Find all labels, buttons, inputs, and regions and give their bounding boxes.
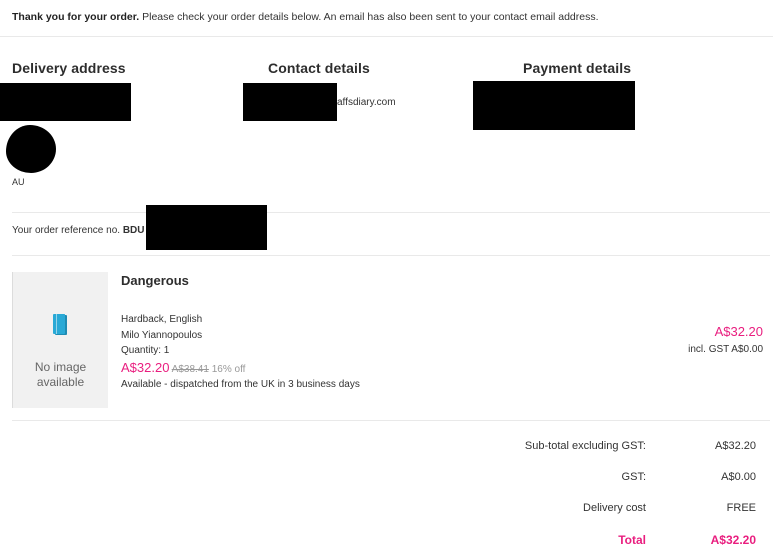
divider [12, 212, 770, 213]
payment-details-heading: Payment details [523, 60, 632, 76]
product-price-line: A$32.20 A$38.41 16% off [121, 360, 245, 375]
product-author: Milo Yiannopoulos [121, 330, 203, 341]
product-format: Hardback, English [121, 314, 203, 325]
order-reference-label: Your order reference no. [12, 225, 121, 236]
redacted-contact [243, 83, 337, 121]
confirmation-message: Thank you for your order. Please check y… [12, 11, 599, 23]
confirmation-bold: Thank you for your order. [12, 11, 140, 23]
line-price: A$32.20 [714, 324, 763, 339]
order-reference-prefix: BDU [122, 225, 145, 236]
order-reference: Your order reference no. BDU [12, 225, 145, 236]
product-discount: 16% off [211, 364, 246, 375]
no-image-line1: No image [34, 360, 87, 374]
divider [12, 420, 770, 421]
subtotal-label: Sub-total excluding GST: [524, 440, 646, 452]
no-image-line2: available [36, 375, 85, 389]
product-was-price: A$38.41 [171, 364, 209, 375]
total-value: A$32.20 [710, 533, 756, 547]
redacted-payment [473, 81, 635, 130]
line-incl-gst: incl. GST A$0.00 [688, 344, 763, 355]
no-image-text: No image available [13, 360, 108, 390]
delivery-country: AU [12, 177, 25, 187]
gst-value: A$0.00 [721, 471, 756, 483]
redacted-delivery-address [0, 83, 131, 121]
book-icon [53, 314, 67, 335]
redacted-address-blob [6, 125, 56, 173]
subtotal-value: A$32.20 [715, 440, 756, 452]
confirmation-text: Please check your order details below. A… [139, 11, 599, 23]
delivery-cost-label: Delivery cost [583, 502, 646, 514]
contact-email-suffix: affsdiary.com [337, 97, 396, 108]
delivery-cost-value: FREE [726, 502, 756, 514]
divider [0, 36, 773, 37]
redacted-order-reference [146, 205, 267, 250]
gst-label: GST: [621, 471, 646, 483]
product-thumbnail[interactable]: No image available [12, 272, 108, 408]
order-confirmation-page: Thank you for your order. Please check y… [0, 0, 773, 551]
divider [12, 255, 770, 256]
product-quantity: Quantity: 1 [121, 345, 170, 356]
product-price: A$32.20 [121, 360, 170, 375]
delivery-address-heading: Delivery address [12, 60, 126, 76]
product-availability: Available - dispatched from the UK in 3 … [121, 379, 360, 390]
total-label: Total [618, 533, 646, 547]
contact-details-heading: Contact details [268, 60, 370, 76]
product-title[interactable]: Dangerous [121, 273, 189, 288]
